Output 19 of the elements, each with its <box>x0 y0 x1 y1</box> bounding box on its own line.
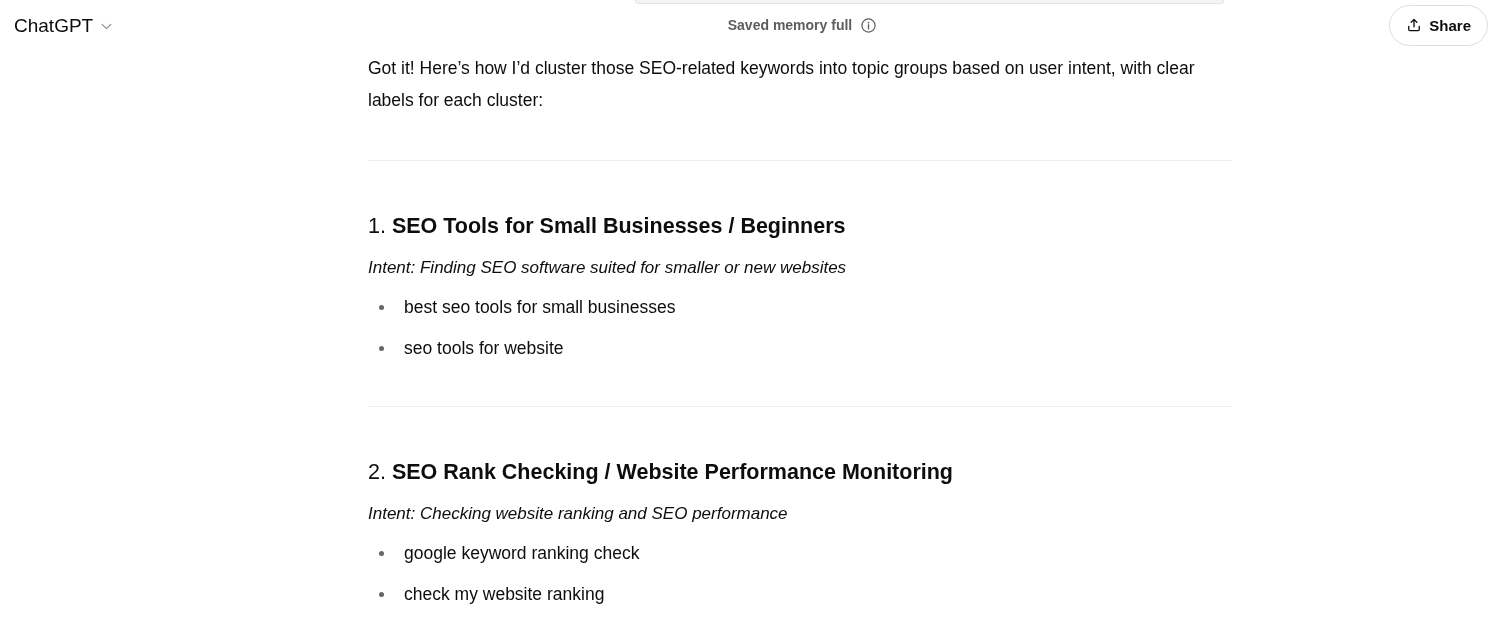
share-button[interactable]: Share <box>1389 4 1488 46</box>
memory-notice: Saved memory full <box>727 17 853 33</box>
cluster-heading: 2. SEO Rank Checking / Website Performance Monitoring <box>368 459 954 486</box>
model-selector[interactable]: ChatGPT <box>14 15 113 37</box>
upload-icon <box>1407 18 1422 32</box>
keyword-text: best seo tools for small businesses <box>404 296 676 318</box>
keyword-text: check my website ranking <box>404 583 605 605</box>
intent-text: Intent: Checking website ranking and SEO performance <box>368 503 789 525</box>
bullet-icon <box>379 550 384 556</box>
keyword-text: seo tools for website <box>404 337 564 359</box>
bullet-icon <box>379 345 384 351</box>
intro-paragraph: Got it! Here’s how I’d cluster those SEO-related keywords into topic groups based on user intent, with clear labels for each cluster: <box>368 57 1196 112</box>
info-icon[interactable] <box>861 17 877 33</box>
intent-text: Intent: Finding SEO software suited for smaller or new websites <box>368 257 848 279</box>
bullet-icon <box>379 591 384 597</box>
bullet-icon <box>379 304 384 310</box>
chevron-down-icon <box>101 22 113 30</box>
keyword-text: google keyword ranking check <box>404 542 640 564</box>
cluster-heading: 1. SEO Tools for Small Businesses / Beginners <box>368 213 847 240</box>
